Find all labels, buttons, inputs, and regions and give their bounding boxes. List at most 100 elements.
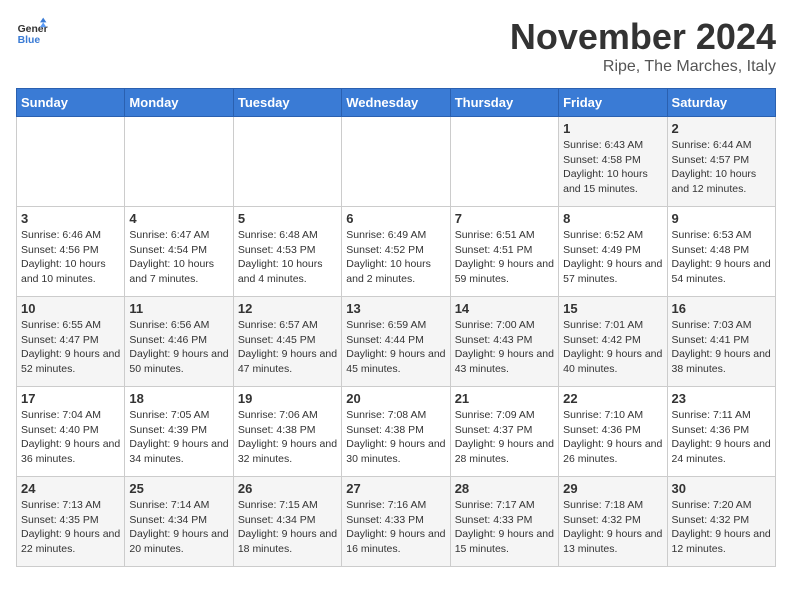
day-number: 28 <box>455 481 554 496</box>
title-area: November 2024 Ripe, The Marches, Italy <box>510 16 776 76</box>
calendar-header: SundayMondayTuesdayWednesdayThursdayFrid… <box>17 89 776 117</box>
calendar-cell: 21 Sunrise: 7:09 AM Sunset: 4:37 PM Dayli… <box>450 387 558 477</box>
calendar-cell: 6Sunrise: 6:49 AM Sunset: 4:52 PM Daylig… <box>342 207 450 297</box>
day-info: Sunrise: 7:04 AM Sunset: 4:40 PM Dayligh… <box>21 408 120 467</box>
calendar-cell: 30 Sunrise: 7:20 AM Sunset: 4:32 PM Dayli… <box>667 477 775 567</box>
calendar-cell: 4 Sunrise: 6:47 AM Sunset: 4:54 PM Daylig… <box>125 207 233 297</box>
weekday-header-row: SundayMondayTuesdayWednesdayThursdayFrid… <box>17 89 776 117</box>
day-info: Sunrise: 7:11 AM Sunset: 4:36 PM Dayligh… <box>672 408 771 467</box>
calendar-week-5: 24 Sunrise: 7:13 AM Sunset: 4:35 PM Dayli… <box>17 477 776 567</box>
day-info: Sunrise: 6:52 AM Sunset: 4:49 PM Dayligh… <box>563 228 662 287</box>
weekday-header-wednesday: Wednesday <box>342 89 450 117</box>
calendar-body: 1 Sunrise: 6:43 AM Sunset: 4:58 PM Daylig… <box>17 117 776 567</box>
day-number: 1 <box>563 121 662 136</box>
logo: General Blue <box>16 16 48 48</box>
day-info: Sunrise: 7:05 AM Sunset: 4:39 PM Dayligh… <box>129 408 228 467</box>
calendar-cell <box>233 117 341 207</box>
day-info: Sunrise: 7:08 AM Sunset: 4:38 PM Dayligh… <box>346 408 445 467</box>
day-info: Sunrise: 7:13 AM Sunset: 4:35 PM Dayligh… <box>21 498 120 557</box>
day-number: 13 <box>346 301 445 316</box>
day-number: 5 <box>238 211 337 226</box>
day-number: 4 <box>129 211 228 226</box>
weekday-header-monday: Monday <box>125 89 233 117</box>
day-number: 3 <box>21 211 120 226</box>
calendar-cell: 15Sunrise: 7:01 AM Sunset: 4:42 PM Dayli… <box>559 297 667 387</box>
calendar-cell: 14 Sunrise: 7:00 AM Sunset: 4:43 PM Dayli… <box>450 297 558 387</box>
day-number: 18 <box>129 391 228 406</box>
day-info: Sunrise: 6:59 AM Sunset: 4:44 PM Dayligh… <box>346 318 445 377</box>
day-number: 27 <box>346 481 445 496</box>
day-number: 17 <box>21 391 120 406</box>
calendar-cell: 22Sunrise: 7:10 AM Sunset: 4:36 PM Dayli… <box>559 387 667 477</box>
weekday-header-tuesday: Tuesday <box>233 89 341 117</box>
calendar-week-1: 1 Sunrise: 6:43 AM Sunset: 4:58 PM Daylig… <box>17 117 776 207</box>
day-info: Sunrise: 7:09 AM Sunset: 4:37 PM Dayligh… <box>455 408 554 467</box>
calendar-cell: 13 Sunrise: 6:59 AM Sunset: 4:44 PM Dayli… <box>342 297 450 387</box>
day-info: Sunrise: 6:57 AM Sunset: 4:45 PM Dayligh… <box>238 318 337 377</box>
calendar-cell: 24 Sunrise: 7:13 AM Sunset: 4:35 PM Dayli… <box>17 477 125 567</box>
calendar-cell: 10Sunrise: 6:55 AM Sunset: 4:47 PM Dayli… <box>17 297 125 387</box>
calendar-title: November 2024 <box>510 16 776 58</box>
calendar-table: SundayMondayTuesdayWednesdayThursdayFrid… <box>16 88 776 567</box>
day-number: 19 <box>238 391 337 406</box>
calendar-week-2: 3 Sunrise: 6:46 AM Sunset: 4:56 PM Daylig… <box>17 207 776 297</box>
day-info: Sunrise: 7:03 AM Sunset: 4:41 PM Dayligh… <box>672 318 771 377</box>
calendar-cell: 7 Sunrise: 6:51 AM Sunset: 4:51 PM Daylig… <box>450 207 558 297</box>
day-number: 11 <box>129 301 228 316</box>
calendar-cell: 5 Sunrise: 6:48 AM Sunset: 4:53 PM Daylig… <box>233 207 341 297</box>
day-number: 8 <box>563 211 662 226</box>
calendar-subtitle: Ripe, The Marches, Italy <box>510 58 776 76</box>
day-info: Sunrise: 7:20 AM Sunset: 4:32 PM Dayligh… <box>672 498 771 557</box>
day-info: Sunrise: 6:43 AM Sunset: 4:58 PM Dayligh… <box>563 138 662 197</box>
calendar-cell: 27 Sunrise: 7:16 AM Sunset: 4:33 PM Dayli… <box>342 477 450 567</box>
day-number: 29 <box>563 481 662 496</box>
calendar-cell <box>17 117 125 207</box>
day-number: 16 <box>672 301 771 316</box>
calendar-cell: 17 Sunrise: 7:04 AM Sunset: 4:40 PM Dayli… <box>17 387 125 477</box>
day-number: 9 <box>672 211 771 226</box>
calendar-cell: 1 Sunrise: 6:43 AM Sunset: 4:58 PM Daylig… <box>559 117 667 207</box>
calendar-cell: 20 Sunrise: 7:08 AM Sunset: 4:38 PM Dayli… <box>342 387 450 477</box>
weekday-header-sunday: Sunday <box>17 89 125 117</box>
day-number: 12 <box>238 301 337 316</box>
day-info: Sunrise: 7:00 AM Sunset: 4:43 PM Dayligh… <box>455 318 554 377</box>
day-number: 24 <box>21 481 120 496</box>
day-info: Sunrise: 6:46 AM Sunset: 4:56 PM Dayligh… <box>21 228 120 287</box>
calendar-cell: 26Sunrise: 7:15 AM Sunset: 4:34 PM Dayli… <box>233 477 341 567</box>
day-info: Sunrise: 7:06 AM Sunset: 4:38 PM Dayligh… <box>238 408 337 467</box>
day-info: Sunrise: 7:15 AM Sunset: 4:34 PM Dayligh… <box>238 498 337 557</box>
day-number: 20 <box>346 391 445 406</box>
calendar-cell: 11 Sunrise: 6:56 AM Sunset: 4:46 PM Dayli… <box>125 297 233 387</box>
calendar-cell <box>450 117 558 207</box>
day-number: 21 <box>455 391 554 406</box>
day-info: Sunrise: 7:18 AM Sunset: 4:32 PM Dayligh… <box>563 498 662 557</box>
day-number: 10 <box>21 301 120 316</box>
calendar-cell: 29 Sunrise: 7:18 AM Sunset: 4:32 PM Dayli… <box>559 477 667 567</box>
svg-text:Blue: Blue <box>18 35 41 46</box>
day-info: Sunrise: 7:16 AM Sunset: 4:33 PM Dayligh… <box>346 498 445 557</box>
calendar-cell: 9Sunrise: 6:53 AM Sunset: 4:48 PM Daylig… <box>667 207 775 297</box>
weekday-header-friday: Friday <box>559 89 667 117</box>
calendar-cell: 19 Sunrise: 7:06 AM Sunset: 4:38 PM Dayli… <box>233 387 341 477</box>
calendar-cell: 25Sunrise: 7:14 AM Sunset: 4:34 PM Dayli… <box>125 477 233 567</box>
day-info: Sunrise: 6:51 AM Sunset: 4:51 PM Dayligh… <box>455 228 554 287</box>
day-info: Sunrise: 7:17 AM Sunset: 4:33 PM Dayligh… <box>455 498 554 557</box>
calendar-cell: 12 Sunrise: 6:57 AM Sunset: 4:45 PM Dayli… <box>233 297 341 387</box>
day-number: 23 <box>672 391 771 406</box>
page-header: General Blue November 2024 Ripe, The Mar… <box>16 16 776 76</box>
day-info: Sunrise: 7:10 AM Sunset: 4:36 PM Dayligh… <box>563 408 662 467</box>
calendar-cell: 3 Sunrise: 6:46 AM Sunset: 4:56 PM Daylig… <box>17 207 125 297</box>
day-number: 14 <box>455 301 554 316</box>
day-info: Sunrise: 6:48 AM Sunset: 4:53 PM Dayligh… <box>238 228 337 287</box>
day-info: Sunrise: 6:47 AM Sunset: 4:54 PM Dayligh… <box>129 228 228 287</box>
day-info: Sunrise: 6:56 AM Sunset: 4:46 PM Dayligh… <box>129 318 228 377</box>
calendar-cell <box>342 117 450 207</box>
weekday-header-thursday: Thursday <box>450 89 558 117</box>
calendar-week-4: 17 Sunrise: 7:04 AM Sunset: 4:40 PM Dayli… <box>17 387 776 477</box>
calendar-cell: 2Sunrise: 6:44 AM Sunset: 4:57 PM Daylig… <box>667 117 775 207</box>
calendar-cell: 16 Sunrise: 7:03 AM Sunset: 4:41 PM Dayli… <box>667 297 775 387</box>
day-info: Sunrise: 6:49 AM Sunset: 4:52 PM Dayligh… <box>346 228 445 287</box>
day-number: 30 <box>672 481 771 496</box>
day-number: 7 <box>455 211 554 226</box>
day-info: Sunrise: 7:14 AM Sunset: 4:34 PM Dayligh… <box>129 498 228 557</box>
